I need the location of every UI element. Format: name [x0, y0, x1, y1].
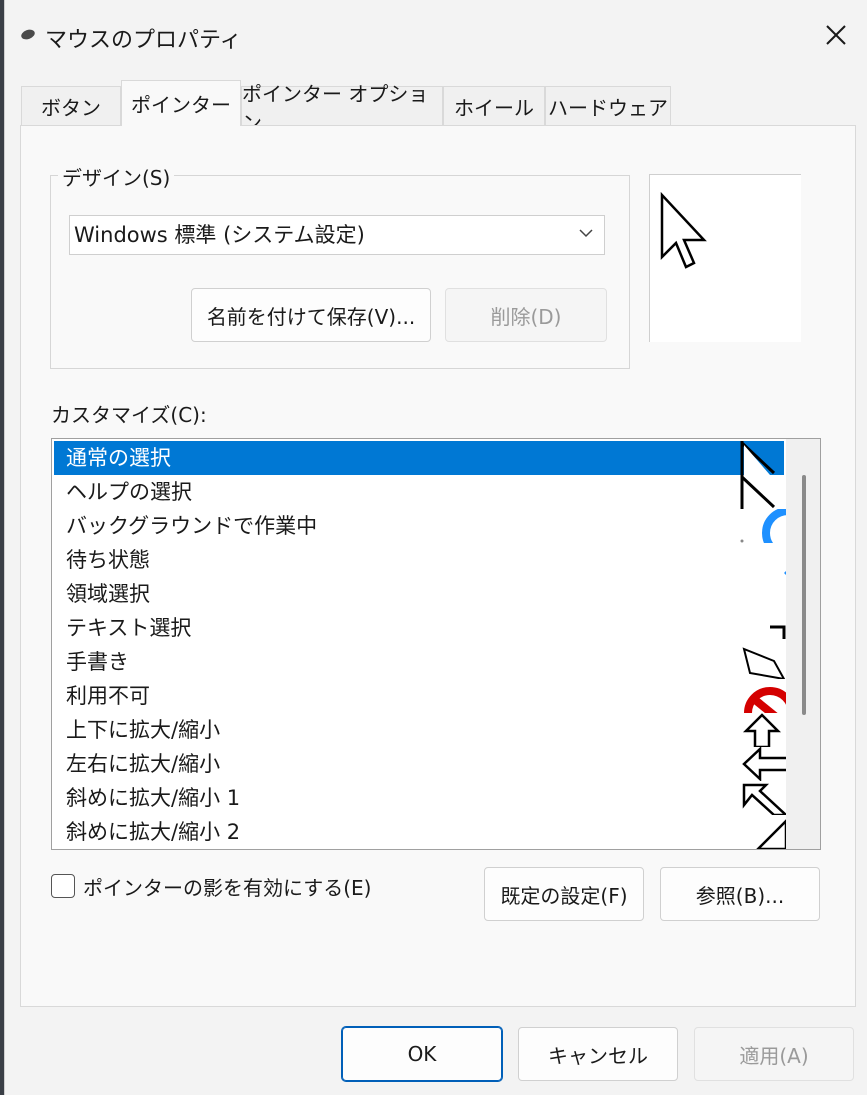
list-item-label: バックグラウンドで作業中: [66, 514, 318, 538]
list-item-label: 待ち状態: [66, 548, 150, 572]
use-default-button[interactable]: 既定の設定(F): [484, 867, 644, 921]
list-item-label: 斜めに拡大/縮小 1: [66, 786, 241, 810]
horizontal-resize-icon: [742, 747, 788, 781]
chevron-down-icon: [579, 229, 593, 238]
list-item-vertical-resize[interactable]: 上下に拡大/縮小: [54, 713, 784, 747]
vertical-resize-icon: [742, 713, 782, 747]
cursor-list[interactable]: 通常の選択 ヘルプの選択 バックグラウンドで作業中 待ち状態 領域選択 テキスト…: [51, 438, 821, 850]
list-item-normal-select[interactable]: 通常の選択: [54, 441, 784, 475]
close-icon: [826, 25, 846, 45]
list-item-working-background[interactable]: バックグラウンドで作業中: [54, 509, 788, 543]
busy-cursor-icon: [784, 569, 788, 577]
help-cursor-icon: [740, 475, 776, 509]
handwriting-pen-icon: [742, 647, 786, 679]
list-item-label: 通常の選択: [66, 446, 171, 470]
diagonal-resize-1-icon: [742, 783, 788, 815]
diagonal-resize-2-icon: [756, 817, 788, 849]
close-button[interactable]: [805, 8, 867, 62]
list-item-label: 斜めに拡大/縮小 2: [66, 820, 241, 844]
pointer-preview: [649, 174, 801, 342]
tab-pointer-options[interactable]: ポインター オプション: [241, 82, 443, 135]
list-item-diagonal-resize-2[interactable]: 斜めに拡大/縮小 2: [54, 815, 788, 849]
title-bar: マウスのプロパティ: [5, 0, 867, 70]
list-item-label: テキスト選択: [66, 616, 192, 640]
list-item-text-select[interactable]: テキスト選択: [54, 611, 786, 645]
list-item-label: 上下に拡大/縮小: [66, 718, 221, 742]
mouse-properties-dialog: マウスのプロパティ ボタン ポインター ポインター オプション ホイール ハード…: [4, 0, 867, 1095]
text-select-icon: [770, 625, 786, 639]
tab-pointers[interactable]: ポインター: [121, 80, 241, 126]
list-item-label: 領域選択: [66, 582, 150, 606]
list-item-precision-select[interactable]: 領域選択: [54, 577, 784, 611]
list-item-busy[interactable]: 待ち状態: [54, 543, 788, 577]
browse-button[interactable]: 参照(B)...: [660, 867, 820, 921]
tab-wheel[interactable]: ホイール: [443, 86, 545, 126]
list-item-label: 手書き: [66, 650, 129, 674]
scrollbar-thumb[interactable]: [802, 475, 806, 715]
shadow-checkbox[interactable]: [51, 874, 75, 898]
delete-button[interactable]: 削除(D): [445, 288, 607, 342]
ok-button[interactable]: OK: [341, 1026, 503, 1082]
arrow-cursor-preview-icon: [660, 191, 707, 269]
working-in-background-icon: [740, 509, 788, 543]
design-group-label: デザイン(S): [58, 162, 175, 191]
shadow-checkbox-label[interactable]: ポインターの影を有効にする(E): [83, 872, 371, 901]
customize-label: カスタマイズ(C):: [51, 403, 207, 427]
save-as-button[interactable]: 名前を付けて保存(V)...: [191, 288, 431, 342]
unavailable-icon: [744, 687, 788, 713]
list-item-label: 利用不可: [66, 684, 150, 708]
arrow-cursor-icon: [740, 441, 776, 475]
list-scrollbar[interactable]: [786, 439, 820, 849]
list-item-unavailable[interactable]: 利用不可: [54, 679, 788, 713]
tab-hardware[interactable]: ハードウェア: [545, 86, 671, 126]
list-item-label: ヘルプの選択: [66, 480, 192, 504]
list-item-label: 左右に拡大/縮小: [66, 752, 221, 776]
precision-select-icon: [740, 577, 788, 611]
list-item-diagonal-resize-1[interactable]: 斜めに拡大/縮小 1: [54, 781, 788, 815]
scheme-dropdown-value: Windows 標準 (システム設定): [74, 223, 365, 247]
list-item-handwriting[interactable]: 手書き: [54, 645, 786, 679]
cancel-button[interactable]: キャンセル: [518, 1027, 678, 1081]
pointers-tab-panel: デザイン(S) Windows 標準 (システム設定) 名前を付けて保存(V).…: [20, 125, 856, 1007]
list-item-help-select[interactable]: ヘルプの選択: [54, 475, 784, 509]
window-title: マウスのプロパティ: [45, 28, 242, 53]
scheme-dropdown[interactable]: Windows 標準 (システム設定): [69, 215, 605, 255]
mouse-icon: [19, 27, 37, 42]
tab-buttons[interactable]: ボタン: [21, 86, 121, 126]
list-item-horizontal-resize[interactable]: 左右に拡大/縮小: [54, 747, 788, 781]
apply-button[interactable]: 適用(A): [694, 1027, 854, 1081]
